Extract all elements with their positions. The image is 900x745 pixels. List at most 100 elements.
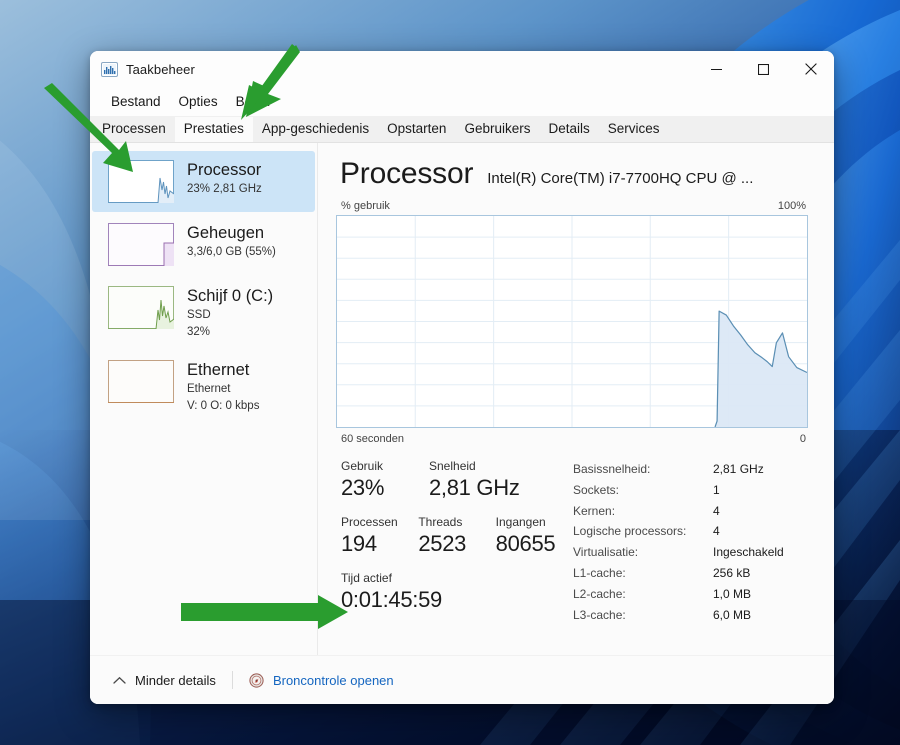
close-button[interactable] <box>787 51 834 87</box>
window-caption-buttons <box>693 51 834 87</box>
stats-area: Gebruik 23% Snelheid 2,81 GHz Processen … <box>336 445 808 626</box>
menu-bar: Bestand Opties Beeld <box>90 87 834 116</box>
sidebar-item-schijf-0-sub1: SSD <box>187 309 211 321</box>
stat-ingangen-value: 80655 <box>495 531 556 556</box>
sidebar-item-ethernet-title: Ethernet <box>187 361 250 379</box>
spec-l1-cache-value: 256 kB <box>713 565 751 580</box>
sidebar-item-ethernet[interactable]: Ethernet Ethernet V: 0 O: 0 kbps <box>92 351 315 423</box>
open-resource-monitor-label: Broncontrole openen <box>272 672 394 688</box>
stat-processen-value: 194 <box>341 531 377 556</box>
spec-row-virtualisatie: Virtualisatie: Ingeschakeld <box>573 542 808 563</box>
window-footer: Minder details Broncontrole openen <box>90 655 834 704</box>
stat-processen-label: Processen <box>341 515 398 529</box>
spec-l2-cache-key: L2-cache: <box>573 586 626 601</box>
spec-logische-processors-key: Logische processors: <box>573 524 687 539</box>
specs-list: Basissnelheid: 2,81 GHz Sockets: 1 Kerne… <box>573 458 808 626</box>
chart-bottom-labels: 60 seconden 0 <box>336 428 808 445</box>
tab-details[interactable]: Details <box>539 117 598 142</box>
stat-snelheid-value: 2,81 GHz <box>429 475 520 500</box>
content-area: Processor 23% 2,81 GHz Geheugen 3,3/6,0 … <box>90 143 834 655</box>
ethernet-thumbnail-graph <box>108 360 174 403</box>
sidebar-item-processor-texts: Processor 23% 2,81 GHz <box>187 160 262 197</box>
stat-gebruik-label: Gebruik <box>341 459 384 473</box>
spec-row-l3-cache: L3-cache: 6,0 MB <box>573 605 808 626</box>
stat-gebruik: Gebruik 23% <box>341 458 429 502</box>
stat-tijd-actief-label: Tijd actief <box>341 571 392 585</box>
cpu-usage-chart[interactable] <box>336 215 808 428</box>
chevron-up-icon <box>113 676 126 684</box>
spec-l2-cache-value: 1,0 MB <box>713 586 752 601</box>
maximize-button[interactable] <box>740 51 787 87</box>
tab-processen[interactable]: Processen <box>93 117 175 142</box>
sidebar-item-processor-title: Processor <box>187 161 262 179</box>
tab-services[interactable]: Services <box>599 117 669 142</box>
chart-x-start-label: 60 seconden <box>341 433 404 445</box>
spec-row-logische-processors: Logische processors: 4 <box>573 521 808 542</box>
menu-item-opties[interactable]: Opties <box>170 92 227 111</box>
stat-threads-label: Threads <box>418 515 463 529</box>
title-bar-left: Taakbeheer <box>90 61 195 78</box>
spec-row-basissnelheid: Basissnelheid: 2,81 GHz <box>573 459 808 480</box>
task-manager-icon <box>101 61 118 78</box>
less-details-button[interactable]: Minder details <box>104 667 225 694</box>
spec-sockets-value: 1 <box>713 482 720 497</box>
stat-row-uptime: Tijd actief 0:01:45:59 <box>341 570 573 614</box>
menu-item-bestand[interactable]: Bestand <box>102 92 170 111</box>
spec-row-l2-cache: L2-cache: 1,0 MB <box>573 584 808 605</box>
tab-prestaties[interactable]: Prestaties <box>174 117 253 142</box>
sidebar-item-geheugen[interactable]: Geheugen 3,3/6,0 GB (55%) <box>92 214 315 275</box>
stat-threads-value: 2523 <box>418 531 467 556</box>
spec-row-kernen: Kernen: 4 <box>573 501 808 522</box>
minimize-icon <box>711 68 722 70</box>
window-title: Taakbeheer <box>126 61 195 77</box>
resource-sidebar: Processor 23% 2,81 GHz Geheugen 3,3/6,0 … <box>90 143 318 655</box>
spec-kernen-key: Kernen: <box>573 503 616 518</box>
tab-app-geschiedenis[interactable]: App-geschiedenis <box>253 117 378 142</box>
spec-row-sockets: Sockets: 1 <box>573 480 808 501</box>
sidebar-item-schijf-0-texts: Schijf 0 (C:) SSD 32% <box>187 286 273 340</box>
spec-virtualisatie-value: Ingeschakeld <box>713 545 784 560</box>
cpu-usage-chart-graphic <box>337 216 807 427</box>
maximize-icon <box>758 63 769 75</box>
disk-thumbnail-graph <box>108 286 174 329</box>
stat-row-processes-threads-handles: Processen 194 Threads 2523 Ingangen 8065… <box>341 514 573 558</box>
stats-left-column: Gebruik 23% Snelheid 2,81 GHz Processen … <box>341 458 573 626</box>
sidebar-item-ethernet-sub2: V: 0 O: 0 kbps <box>187 400 260 412</box>
stat-snelheid-label: Snelheid <box>429 459 476 473</box>
spec-basissnelheid-value: 2,81 GHz <box>713 462 764 476</box>
sidebar-item-geheugen-title: Geheugen <box>187 224 265 242</box>
chart-top-labels: % gebruik 100% <box>336 191 808 215</box>
spec-basissnelheid-key: Basissnelheid: <box>573 462 651 476</box>
stat-tijd-actief-value: 0:01:45:59 <box>341 587 442 612</box>
spec-virtualisatie-key: Virtualisatie: <box>573 545 639 560</box>
spec-l3-cache-key: L3-cache: <box>573 607 626 622</box>
memory-thumbnail-graph <box>108 223 174 266</box>
tab-gebruikers[interactable]: Gebruikers <box>455 117 539 142</box>
sidebar-item-geheugen-sub1: 3,3/6,0 GB (55%) <box>187 246 276 258</box>
spec-logische-processors-value: 4 <box>713 524 720 539</box>
menu-item-beeld[interactable]: Beeld <box>227 92 280 111</box>
stat-processen: Processen 194 <box>341 514 418 558</box>
spec-l3-cache-value: 6,0 MB <box>713 607 752 622</box>
sidebar-item-ethernet-texts: Ethernet Ethernet V: 0 O: 0 kbps <box>187 360 259 414</box>
chart-y-axis-label: % gebruik <box>341 200 390 212</box>
stat-threads: Threads 2523 <box>418 514 495 558</box>
sidebar-item-schijf-0-sub2: 32% <box>187 326 211 338</box>
minimize-button[interactable] <box>693 51 740 87</box>
page-title: Processor <box>340 157 474 190</box>
stat-row-usage-speed: Gebruik 23% Snelheid 2,81 GHz <box>341 458 573 502</box>
processor-thumbnail-graph <box>108 160 174 203</box>
stat-tijd-actief: Tijd actief 0:01:45:59 <box>341 570 442 614</box>
tab-strip: Processen Prestaties App-geschiedenis Op… <box>90 116 834 143</box>
sidebar-item-processor[interactable]: Processor 23% 2,81 GHz <box>92 151 315 212</box>
open-resource-monitor-button[interactable]: Broncontrole openen <box>240 667 403 694</box>
sidebar-item-processor-sub1: 23% 2,81 GHz <box>187 183 262 195</box>
stat-snelheid: Snelheid 2,81 GHz <box>429 458 529 502</box>
chart-x-end-label: 0 <box>799 433 806 445</box>
spec-l1-cache-key: L1-cache: <box>573 565 626 580</box>
spec-kernen-value: 4 <box>713 503 720 518</box>
sidebar-item-schijf-0[interactable]: Schijf 0 (C:) SSD 32% <box>92 277 315 349</box>
tab-opstarten[interactable]: Opstarten <box>378 117 455 142</box>
title-bar: Taakbeheer <box>90 51 834 87</box>
sidebar-item-ethernet-sub1: Ethernet <box>187 383 231 395</box>
